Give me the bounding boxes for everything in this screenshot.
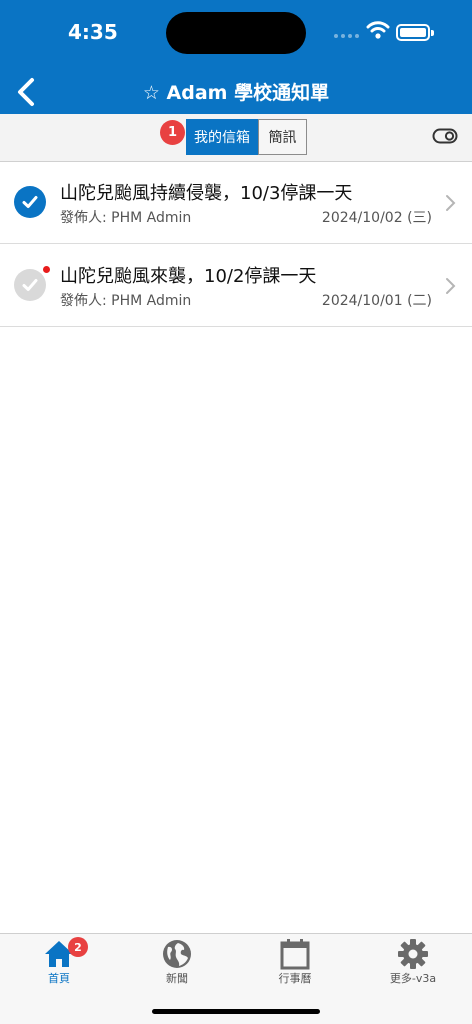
tab-calendar[interactable]: 行事曆 <box>236 934 354 994</box>
tab-calendar-label: 行事曆 <box>278 972 312 985</box>
status-time: 4:35 <box>68 20 118 44</box>
home-indicator <box>152 1009 320 1014</box>
message-date: 2024/10/01 (二) <box>321 293 432 309</box>
message-title: 山陀兒颱風持續侵襲，10/3停課一天 <box>60 183 353 204</box>
tab-news-label: 新聞 <box>166 972 188 985</box>
inbox-count-badge: 1 <box>160 120 185 145</box>
home-badge: 2 <box>68 937 88 957</box>
dynamic-island <box>166 12 306 54</box>
tab-more[interactable]: 更多-v3a <box>354 934 472 994</box>
chevron-right-icon <box>446 278 456 294</box>
message-row[interactable]: 山陀兒颱風來襲，10/2停課一天 發佈人: PHM Admin 2024/10/… <box>0 245 472 327</box>
message-row[interactable]: 山陀兒颱風持續侵襲，10/3停課一天 發佈人: PHM Admin 2024/1… <box>0 162 472 244</box>
tab-news[interactable]: 新聞 <box>118 934 236 994</box>
message-sender: 發佈人: PHM Admin <box>60 293 192 309</box>
message-sender: 發佈人: PHM Admin <box>60 210 192 226</box>
app-header: 4:35 ☆ Adam 學校通知單 <box>0 0 472 114</box>
toggle-icon[interactable] <box>432 128 458 144</box>
globe-icon <box>163 940 191 968</box>
unread-dot-icon <box>43 266 50 273</box>
chevron-right-icon <box>446 195 456 211</box>
battery-icon <box>396 24 434 41</box>
message-date: 2024/10/02 (三) <box>321 210 432 226</box>
tab-sms[interactable]: 簡訊 <box>258 119 307 155</box>
tab-more-label: 更多-v3a <box>389 972 437 985</box>
read-check-icon[interactable] <box>14 186 46 218</box>
unread-check-icon[interactable] <box>14 269 46 301</box>
tab-home[interactable]: 2 首頁 <box>0 934 118 994</box>
message-title: 山陀兒颱風來襲，10/2停課一天 <box>60 266 317 287</box>
segment-bar: 我的信箱 簡訊 1 <box>0 114 472 162</box>
calendar-icon <box>280 939 310 970</box>
tab-home-label: 首頁 <box>48 972 70 985</box>
page-title: ☆ Adam 學校通知單 <box>142 82 330 104</box>
gear-icon <box>398 939 428 969</box>
tab-my-inbox[interactable]: 我的信箱 <box>186 119 258 155</box>
wifi-icon <box>366 21 390 39</box>
cellular-signal-icon <box>334 34 359 38</box>
